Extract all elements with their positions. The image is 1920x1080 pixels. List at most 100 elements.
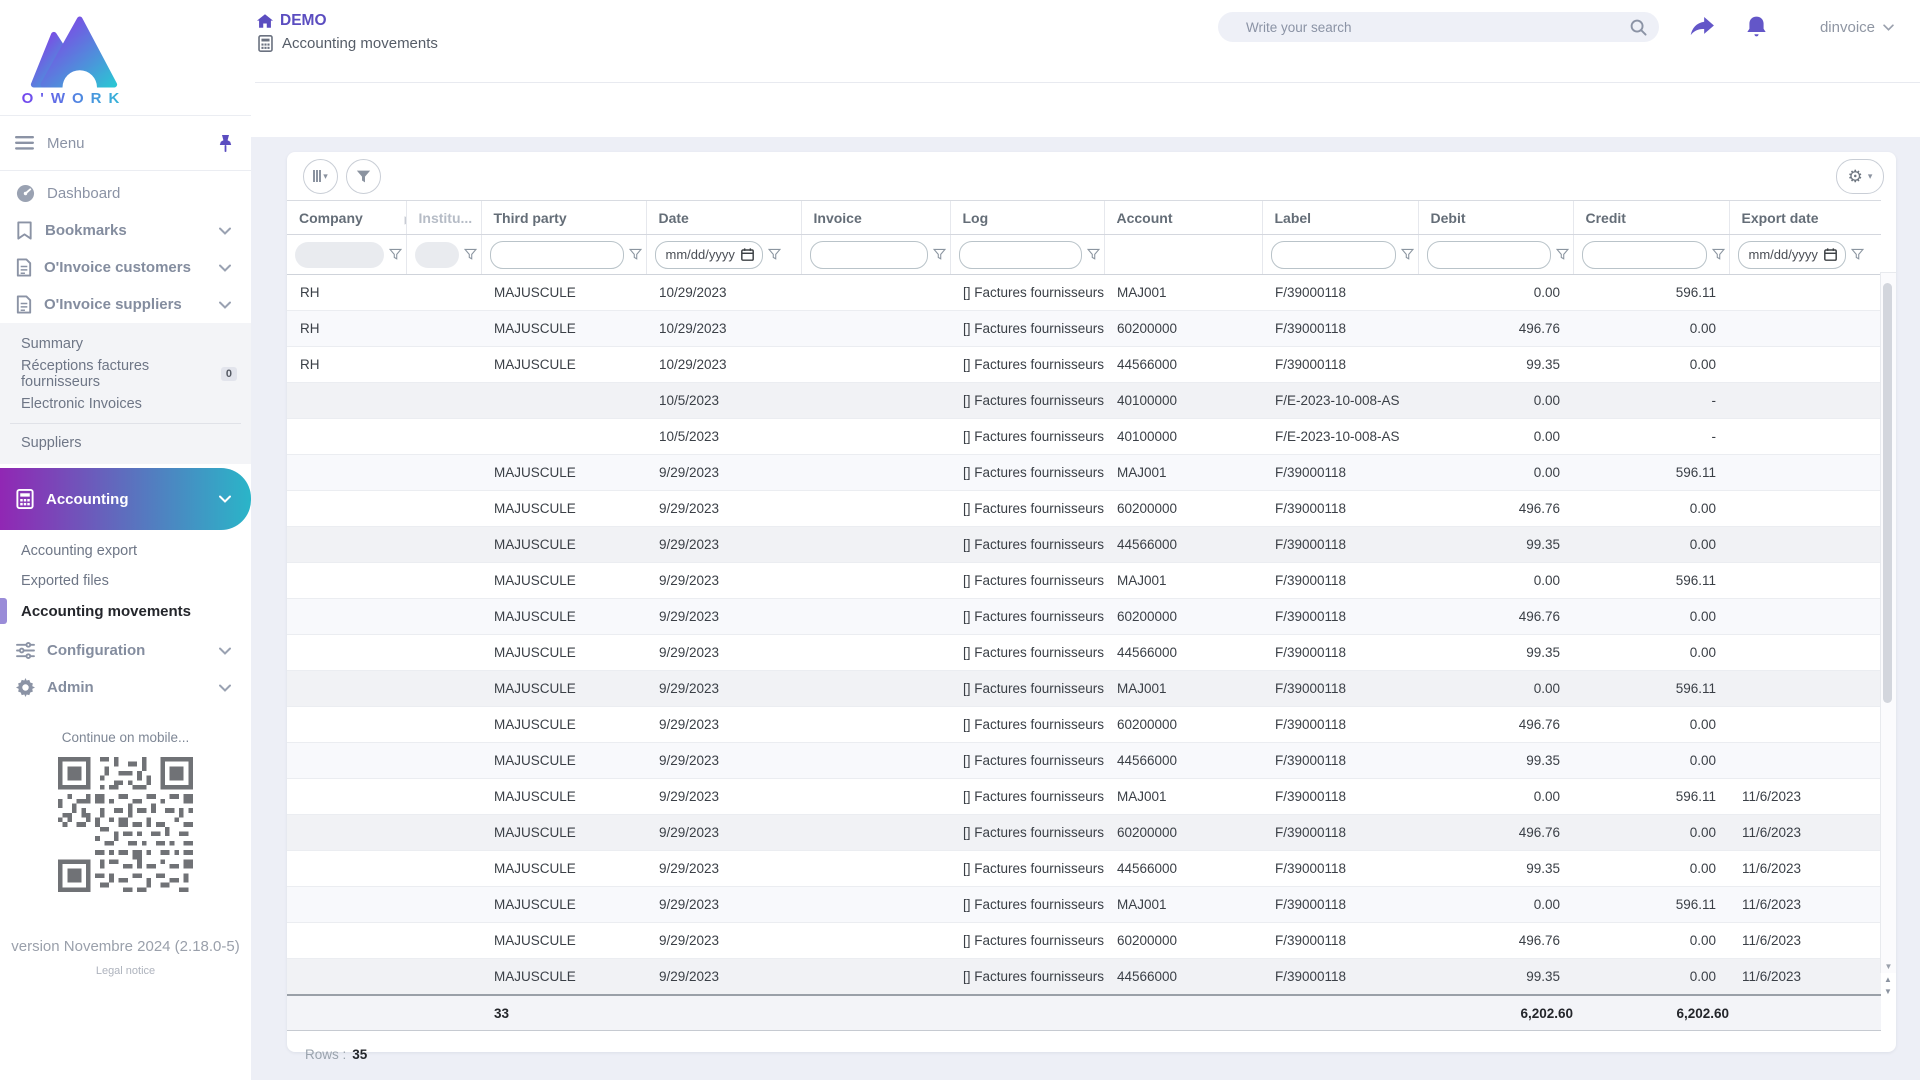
table-row[interactable]: MAJUSCULE 9/29/2023 [] Factures fourniss… <box>287 491 1881 527</box>
table-row[interactable]: MAJUSCULE 9/29/2023 [] Factures fourniss… <box>287 959 1881 996</box>
column-header-institution[interactable]: Institu... <box>406 201 481 235</box>
filter-invoice-input[interactable] <box>810 241 928 269</box>
sidebar-item-oinvoice-customers[interactable]: O'Invoice customers <box>0 249 251 286</box>
submenu-item-accounting-export[interactable]: Accounting export <box>0 536 251 566</box>
scroll-down-arrow[interactable]: ▼ <box>1881 962 1896 971</box>
submenu-item-label: Accounting movements <box>21 603 191 620</box>
table-row[interactable]: 10/5/2023 [] Factures fournisseurs 40100… <box>287 419 1881 455</box>
funnel-icon[interactable] <box>389 248 402 261</box>
column-header-company[interactable]: Company▶ <box>287 201 406 235</box>
totals-credit: 6,202.60 <box>1573 995 1729 1031</box>
logo: O'WORK <box>0 0 134 107</box>
submenu-item-exported-files[interactable]: Exported files <box>0 566 251 596</box>
pin-sidebar-icon[interactable] <box>218 135 233 152</box>
funnel-icon[interactable] <box>1851 248 1864 261</box>
funnel-icon[interactable] <box>1401 248 1414 261</box>
submenu-item-label: Electronic Invoices <box>21 396 142 412</box>
funnel-icon[interactable] <box>629 248 642 261</box>
funnel-icon[interactable] <box>1087 248 1100 261</box>
scrollbar-thumb[interactable] <box>1883 283 1892 703</box>
submenu-item-receptions-factures[interactable]: Réceptions factures fournisseurs 0 <box>0 359 251 389</box>
column-header-debit[interactable]: Debit <box>1418 201 1573 235</box>
column-header-export-date[interactable]: Export date <box>1729 201 1881 235</box>
funnel-icon[interactable] <box>933 248 946 261</box>
sidebar-nav: Dashboard Bookmarks O'Invoice customers <box>0 171 251 706</box>
submenu-item-summary[interactable]: Summary <box>0 329 251 359</box>
filter-credit-input[interactable] <box>1582 241 1707 269</box>
table-row[interactable]: MAJUSCULE 9/29/2023 [] Factures fourniss… <box>287 851 1881 887</box>
column-header-date[interactable]: Date <box>646 201 801 235</box>
submenu-item-electronic-invoices[interactable]: Electronic Invoices <box>0 389 251 419</box>
chevron-down-icon <box>219 264 231 272</box>
share-button[interactable] <box>1689 16 1715 39</box>
table-row[interactable]: MAJUSCULE 9/29/2023 [] Factures fourniss… <box>287 707 1881 743</box>
funnel-icon[interactable] <box>1712 248 1725 261</box>
sidebar-item-configuration[interactable]: Configuration <box>0 632 251 669</box>
funnel-icon[interactable] <box>464 248 477 261</box>
filter-debit-input[interactable] <box>1427 241 1551 269</box>
table-row[interactable]: MAJUSCULE 9/29/2023 [] Factures fourniss… <box>287 815 1881 851</box>
table-row[interactable]: MAJUSCULE 9/29/2023 [] Factures fourniss… <box>287 779 1881 815</box>
table-row[interactable]: RH MAJUSCULE 10/29/2023 [] Factures four… <box>287 347 1881 383</box>
table-body: RH MAJUSCULE 10/29/2023 [] Factures four… <box>287 275 1881 996</box>
funnel-icon[interactable] <box>1556 248 1569 261</box>
vertical-scrollbar[interactable]: ▼ <box>1880 272 1896 973</box>
table-row[interactable]: MAJUSCULE 9/29/2023 [] Factures fourniss… <box>287 923 1881 959</box>
table-row[interactable]: MAJUSCULE 9/29/2023 [] Factures fourniss… <box>287 671 1881 707</box>
calculator-icon <box>16 489 34 509</box>
table-row[interactable]: MAJUSCULE 9/29/2023 [] Factures fourniss… <box>287 635 1881 671</box>
search-icon[interactable] <box>1630 19 1647 36</box>
table-row[interactable]: RH MAJUSCULE 10/29/2023 [] Factures four… <box>287 311 1881 347</box>
column-header-third-party[interactable]: Third party <box>481 201 646 235</box>
column-header-credit[interactable]: Credit <box>1573 201 1729 235</box>
table-row[interactable]: RH MAJUSCULE 10/29/2023 [] Factures four… <box>287 275 1881 311</box>
sidebar-item-oinvoice-suppliers[interactable]: O'Invoice suppliers <box>0 286 251 323</box>
sidebar-item-accounting[interactable]: Accounting <box>0 468 251 530</box>
table-row[interactable]: MAJUSCULE 9/29/2023 [] Factures fourniss… <box>287 563 1881 599</box>
filter-date-input[interactable]: mm/dd/yyyy <box>655 241 763 269</box>
table-row[interactable]: MAJUSCULE 9/29/2023 [] Factures fourniss… <box>287 599 1881 635</box>
sidebar-item-bookmarks[interactable]: Bookmarks <box>0 212 251 249</box>
bookmark-icon <box>16 221 33 240</box>
sidebar-item-admin[interactable]: Admin <box>0 669 251 706</box>
sidebar-item-dashboard[interactable]: Dashboard <box>0 175 251 212</box>
gear-icon <box>16 678 35 697</box>
sidebar-item-label: O'Invoice customers <box>44 259 191 276</box>
table-settings-button[interactable]: ⚙ ▾ <box>1836 159 1884 194</box>
menu-toggle[interactable]: Menu <box>0 115 251 171</box>
mobile-hint: Continue on mobile... <box>0 730 251 745</box>
funnel-icon[interactable] <box>768 248 781 261</box>
filter-log-input[interactable] <box>959 241 1082 269</box>
scroll-down-arrow[interactable]: ▼ <box>1881 986 1895 998</box>
column-header-account[interactable]: Account <box>1104 201 1262 235</box>
totals-scroll-arrows: ▲ ▼ <box>1881 974 1895 998</box>
filter-label-input[interactable] <box>1271 241 1396 269</box>
table-row[interactable]: MAJUSCULE 9/29/2023 [] Factures fourniss… <box>287 527 1881 563</box>
submenu-item-suppliers[interactable]: Suppliers <box>0 428 251 458</box>
table-row[interactable]: MAJUSCULE 9/29/2023 [] Factures fourniss… <box>287 455 1881 491</box>
filter-export-date-input[interactable]: mm/dd/yyyy <box>1738 241 1846 269</box>
search-input[interactable] <box>1244 19 1630 36</box>
document-icon <box>16 295 32 314</box>
scroll-up-arrow[interactable]: ▲ <box>1881 974 1895 986</box>
column-header-label[interactable]: Label <box>1262 201 1418 235</box>
table-row[interactable]: MAJUSCULE 9/29/2023 [] Factures fourniss… <box>287 743 1881 779</box>
columns-button[interactable]: ▾ <box>303 159 338 194</box>
page-title-label: Accounting movements <box>282 35 438 52</box>
filter-button[interactable] <box>346 159 381 194</box>
chevron-down-icon <box>219 301 231 309</box>
table-row[interactable]: MAJUSCULE 9/29/2023 [] Factures fourniss… <box>287 887 1881 923</box>
table-row[interactable]: 10/5/2023 [] Factures fournisseurs 40100… <box>287 383 1881 419</box>
chevron-down-icon <box>219 647 231 655</box>
caret-down-icon: ▾ <box>323 171 328 182</box>
filter-institution-input <box>415 242 459 268</box>
notifications-button[interactable] <box>1745 15 1768 40</box>
breadcrumb-home[interactable]: DEMO <box>257 12 438 30</box>
filter-third-party-input[interactable] <box>490 241 624 269</box>
user-menu[interactable]: dinvoice <box>1820 19 1894 36</box>
column-header-log[interactable]: Log <box>950 201 1104 235</box>
calendar-icon <box>1824 248 1837 261</box>
column-header-invoice[interactable]: Invoice <box>801 201 950 235</box>
submenu-item-accounting-movements[interactable]: Accounting movements <box>0 596 251 626</box>
legal-notice-link[interactable]: Legal notice <box>0 965 251 977</box>
